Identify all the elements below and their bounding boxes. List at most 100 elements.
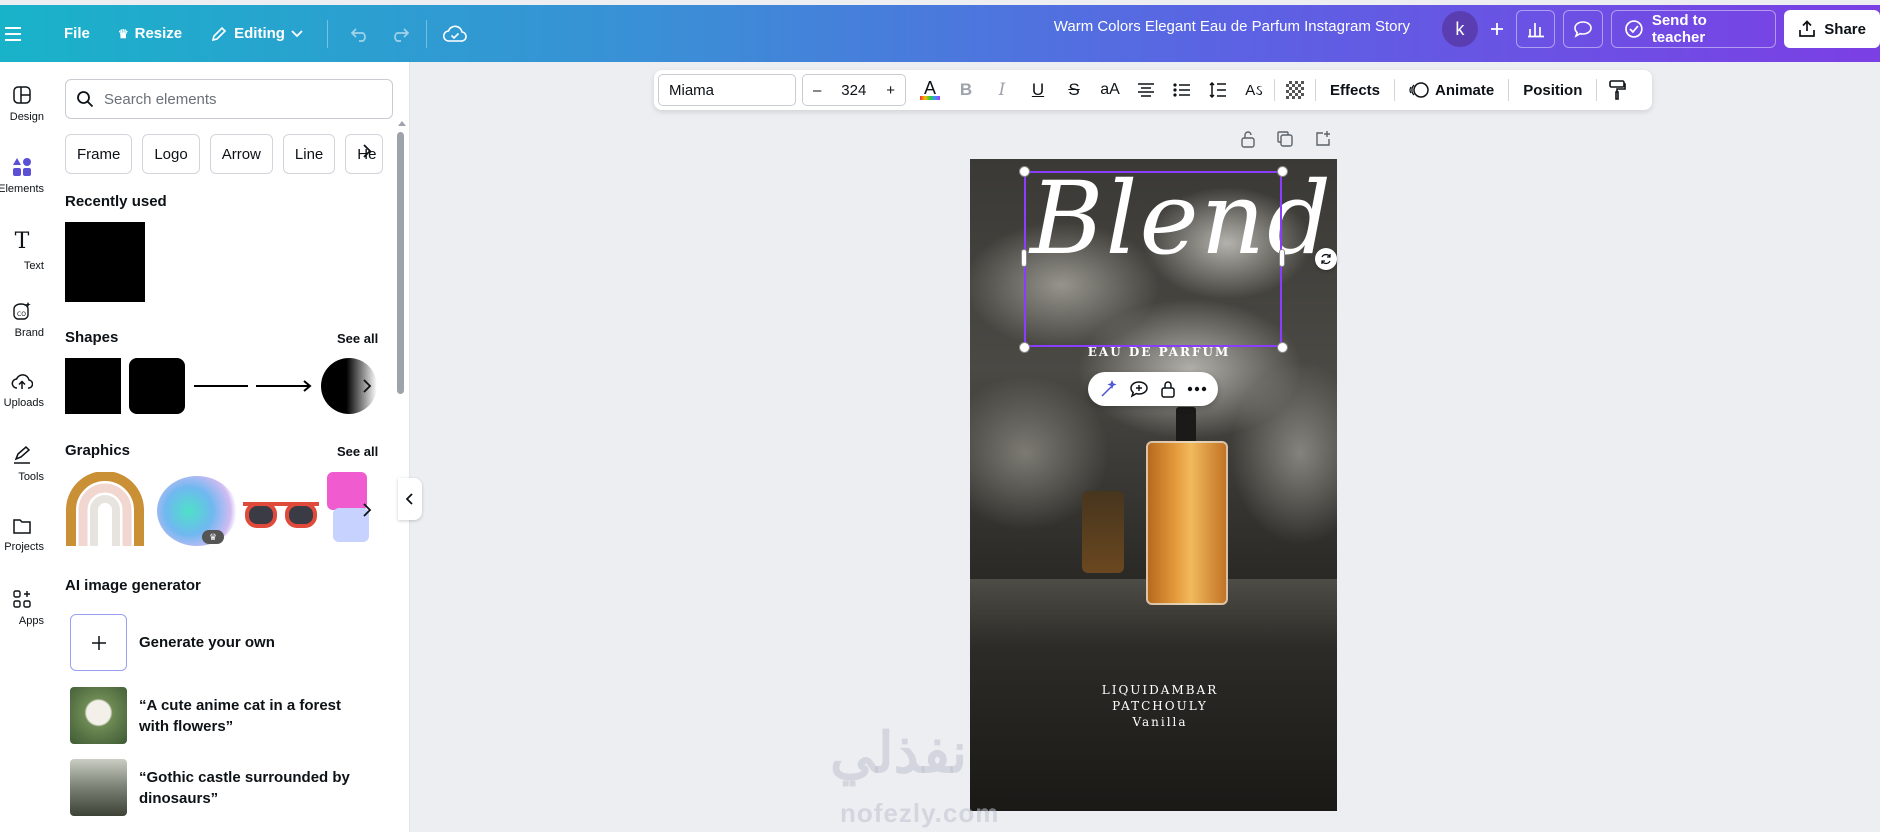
- comments-button[interactable]: [1563, 10, 1603, 48]
- strikethrough-icon[interactable]: S: [1056, 74, 1092, 106]
- rail-text[interactable]: T Text: [0, 229, 44, 272]
- castle-thumbnail: [70, 759, 127, 816]
- design-title[interactable]: Warm Colors Elegant Eau de Parfum Instag…: [1010, 18, 1410, 35]
- magic-edit-icon[interactable]: [1100, 380, 1118, 398]
- divider: [1508, 79, 1510, 101]
- file-menu[interactable]: File: [54, 16, 100, 52]
- cloud-save-button[interactable]: [433, 16, 477, 52]
- graphics-scroll-right[interactable]: [362, 503, 372, 517]
- apps-grid-icon: [13, 590, 31, 608]
- rail-uploads[interactable]: Uploads: [0, 373, 44, 409]
- redo-button[interactable]: [380, 16, 420, 52]
- resize-handle-bl[interactable]: [1019, 342, 1030, 353]
- note-line: PATCHOULY: [1112, 699, 1208, 713]
- chip-scroll-right[interactable]: [362, 144, 372, 158]
- pencil-icon: [212, 26, 227, 41]
- shape-arrow[interactable]: [256, 378, 314, 394]
- ai-prompt-cat[interactable]: “A cute anime cat in a forest with flowe…: [70, 687, 369, 744]
- divider: [326, 19, 328, 48]
- more-options-icon[interactable]: [1187, 386, 1207, 392]
- letter-case-icon[interactable]: aA: [1092, 74, 1128, 106]
- rail-tools[interactable]: Tools: [0, 445, 44, 483]
- shape-line[interactable]: [194, 385, 248, 387]
- recent-black-square[interactable]: [65, 222, 145, 302]
- duplicate-page-icon[interactable]: [1276, 130, 1294, 148]
- selection-box[interactable]: [1024, 171, 1282, 347]
- generate-your-own[interactable]: Generate your own: [70, 614, 275, 671]
- color-bar: [920, 96, 940, 100]
- chip-logo[interactable]: Logo: [142, 134, 200, 174]
- collapse-panel-button[interactable]: [398, 478, 422, 520]
- shape-square[interactable]: [65, 358, 121, 414]
- effects-button[interactable]: Effects: [1318, 74, 1392, 106]
- spacing-icon[interactable]: [1200, 74, 1236, 106]
- graphics-see-all[interactable]: See all: [337, 444, 378, 459]
- scroll-up-arrow[interactable]: [398, 121, 406, 126]
- italic-icon[interactable]: I: [984, 74, 1020, 106]
- shapes-see-all[interactable]: See all: [337, 331, 378, 346]
- rail-label: Apps: [18, 615, 44, 627]
- rail-apps[interactable]: Apps: [0, 589, 44, 627]
- rail-design[interactable]: Design: [0, 85, 44, 123]
- resize-handle-left[interactable]: [1021, 249, 1027, 267]
- font-size-stepper[interactable]: – 324 +: [802, 74, 906, 106]
- send-to-teacher-button[interactable]: Send to teacher: [1611, 10, 1777, 48]
- divider: [425, 19, 427, 48]
- chevron-left-icon: [406, 493, 413, 505]
- underline-icon[interactable]: U: [1020, 74, 1056, 106]
- check-circle-icon: [1625, 20, 1643, 38]
- menu-icon[interactable]: [0, 16, 28, 52]
- position-button[interactable]: Position: [1511, 74, 1594, 106]
- list-icon[interactable]: [1164, 74, 1200, 106]
- text-color-button[interactable]: A: [912, 74, 948, 106]
- avatar[interactable]: k: [1442, 11, 1478, 47]
- resize-handle-right[interactable]: [1279, 249, 1285, 267]
- shape-rounded-square[interactable]: [129, 358, 185, 414]
- lock-icon[interactable]: [1240, 130, 1256, 148]
- add-collaborator-button[interactable]: [1486, 11, 1508, 47]
- rail-brand[interactable]: CO Brand: [0, 301, 44, 339]
- lock-icon[interactable]: [1160, 380, 1176, 398]
- panel-scrollbar[interactable]: [397, 132, 404, 394]
- copy-style-icon[interactable]: [1599, 74, 1635, 106]
- chip-arrow[interactable]: Arrow: [209, 134, 273, 174]
- floating-element-toolbar: [1088, 372, 1218, 406]
- add-page-icon[interactable]: [1314, 130, 1332, 148]
- bold-icon[interactable]: B: [948, 74, 984, 106]
- share-button[interactable]: Share: [1784, 10, 1880, 48]
- align-center-icon[interactable]: [1128, 74, 1164, 106]
- plus-icon: [1490, 23, 1503, 35]
- note-line: LIQUIDAMBAR: [1101, 683, 1219, 697]
- font-size-value[interactable]: 324: [841, 82, 866, 99]
- add-comment-icon[interactable]: [1129, 380, 1149, 398]
- increase-size-button[interactable]: +: [886, 82, 895, 99]
- chip-line[interactable]: Line: [282, 134, 336, 174]
- rotate-handle[interactable]: [1315, 248, 1337, 270]
- resize-handle-tl[interactable]: [1019, 166, 1030, 177]
- editing-mode-button[interactable]: Editing: [200, 16, 313, 52]
- ai-prompt-castle[interactable]: “Gothic castle surrounded by dinosaurs”: [70, 759, 369, 816]
- subtitle-text[interactable]: EAU DE PARFUM: [1030, 345, 1288, 359]
- decrease-size-button[interactable]: –: [813, 82, 821, 99]
- animate-button[interactable]: Animate: [1397, 74, 1506, 106]
- transparency-icon[interactable]: [1277, 74, 1313, 106]
- resize-button[interactable]: ♛ Resize: [108, 16, 192, 52]
- graphic-rainbow[interactable]: [65, 472, 145, 547]
- rail-elements[interactable]: Elements: [0, 157, 44, 195]
- left-rail: Design Elements T Text CO Brand Uploads …: [0, 62, 44, 832]
- resize-handle-tr[interactable]: [1277, 166, 1288, 177]
- divider: [1394, 79, 1396, 101]
- graphic-sunglasses[interactable]: [241, 494, 321, 534]
- chip-frame[interactable]: Frame: [65, 134, 133, 174]
- text-effects-curve-icon[interactable]: Aઽ: [1236, 74, 1272, 106]
- shapes-icon: [13, 158, 31, 176]
- rail-projects[interactable]: Projects: [0, 517, 44, 553]
- shapes-scroll-right[interactable]: [362, 379, 372, 393]
- font-family-select[interactable]: Miama: [658, 74, 796, 106]
- insights-button[interactable]: [1515, 10, 1556, 48]
- undo-button[interactable]: [340, 16, 380, 52]
- resize-handle-br[interactable]: [1277, 342, 1288, 353]
- notes-text[interactable]: LIQUIDAMBAR PATCHOULY Vanilla: [1060, 682, 1260, 730]
- search-input[interactable]: Search elements: [65, 79, 393, 119]
- graphic-watercolor-splash[interactable]: [157, 476, 237, 546]
